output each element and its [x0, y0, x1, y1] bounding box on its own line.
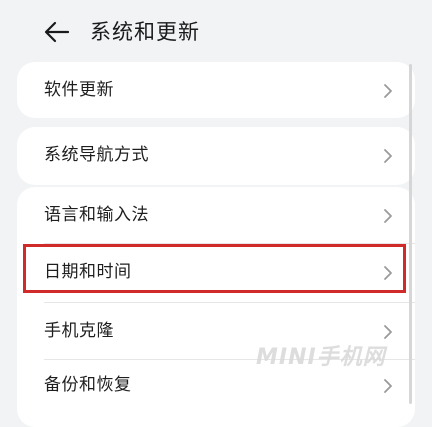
chevron-right-icon — [384, 209, 392, 223]
settings-item-label: 日期和时间 — [44, 262, 132, 282]
arrow-left-icon — [44, 21, 70, 43]
settings-item-system-navigation[interactable]: 系统导航方式 — [17, 127, 415, 185]
chevron-right-icon — [384, 325, 392, 339]
settings-item-label: 软件更新 — [44, 80, 114, 100]
settings-card-navigation: 系统导航方式 — [17, 127, 415, 185]
settings-item-date-time[interactable]: 日期和时间 — [17, 244, 415, 302]
back-button[interactable] — [44, 20, 70, 44]
chevron-right-icon — [384, 149, 392, 163]
settings-item-label: 备份和恢复 — [44, 375, 132, 395]
settings-item-label: 手机克隆 — [44, 321, 114, 341]
settings-item-software-update[interactable]: 软件更新 — [17, 62, 415, 120]
header: 系统和更新 — [0, 0, 432, 64]
chevron-right-icon — [384, 84, 392, 98]
watermark-logo: MINI手机网 — [256, 345, 386, 370]
chevron-right-icon — [384, 379, 392, 393]
settings-item-language-input[interactable]: 语言和输入法 — [17, 187, 415, 245]
settings-item-label: 语言和输入法 — [44, 205, 149, 225]
settings-card-general: 语言和输入法 日期和时间 手机克隆 备份和恢复 — [17, 187, 415, 427]
page-title: 系统和更新 — [90, 20, 200, 44]
settings-item-label: 系统导航方式 — [44, 145, 149, 165]
chevron-right-icon — [384, 266, 392, 280]
scrollbar[interactable] — [409, 64, 412, 404]
settings-card-software: 软件更新 — [17, 62, 415, 118]
